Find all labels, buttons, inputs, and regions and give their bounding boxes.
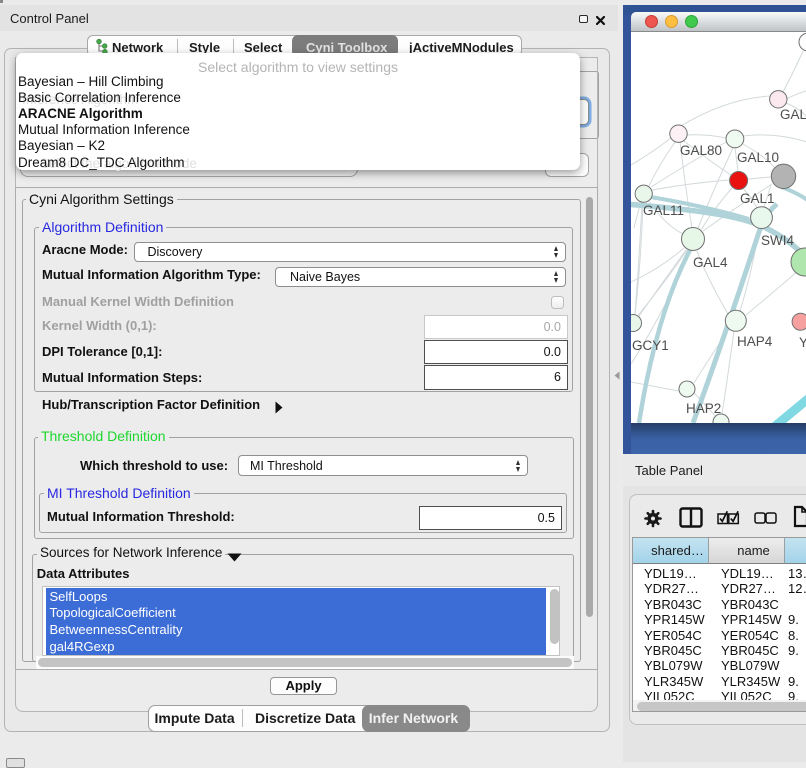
svg-text:HAP4: HAP4 xyxy=(737,334,773,349)
svg-text:GCY1: GCY1 xyxy=(632,338,669,353)
svg-text:GAL7: GAL7 xyxy=(780,107,806,122)
svg-text:GAL10: GAL10 xyxy=(737,150,779,165)
svg-text:GAL11: GAL11 xyxy=(643,203,684,218)
svg-text:GAL1: GAL1 xyxy=(740,191,775,206)
svg-text:Y: Y xyxy=(799,335,806,350)
svg-text:SWI4: SWI4 xyxy=(761,233,794,248)
svg-text:GAL80: GAL80 xyxy=(680,143,722,158)
svg-text:GAL4: GAL4 xyxy=(693,255,728,270)
svg-text:HAP2: HAP2 xyxy=(686,401,721,416)
